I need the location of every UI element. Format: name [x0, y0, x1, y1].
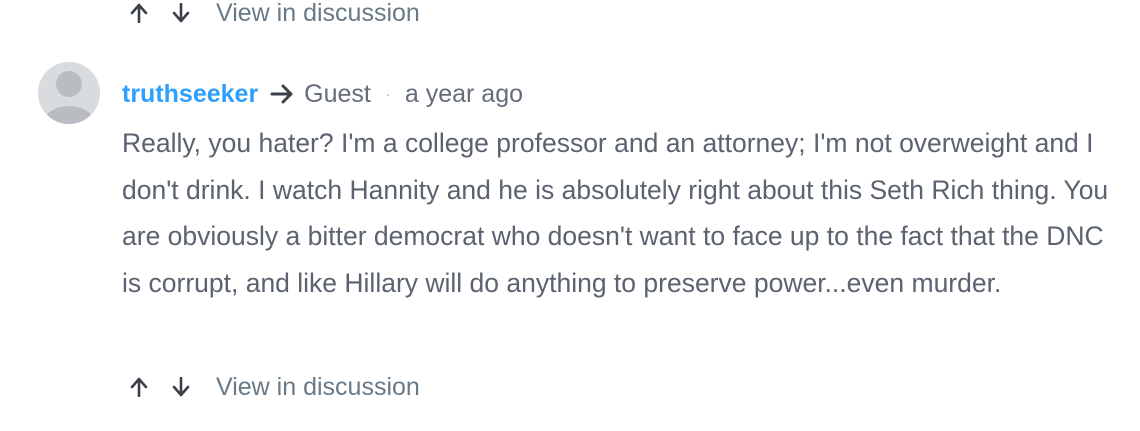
arrow-down-icon	[172, 377, 190, 397]
arrow-up-icon	[130, 377, 148, 397]
downvote-button[interactable]	[168, 374, 194, 400]
reply-arrow-icon	[270, 84, 294, 104]
arrow-up-icon	[130, 3, 148, 23]
comment-timestamp[interactable]: a year ago	[405, 80, 523, 109]
comment-actions: View in discussion	[126, 372, 420, 402]
view-in-discussion-link[interactable]: View in discussion	[216, 373, 420, 402]
avatar[interactable]	[38, 62, 100, 124]
upvote-button[interactable]	[126, 374, 152, 400]
comment-author-link[interactable]: truthseeker	[122, 80, 258, 109]
upvote-button[interactable]	[126, 0, 152, 26]
default-user-avatar-icon	[38, 62, 100, 124]
arrow-down-icon	[172, 3, 190, 23]
view-in-discussion-link[interactable]: View in discussion	[216, 0, 420, 28]
reply-to-name[interactable]: Guest	[304, 80, 371, 109]
previous-comment-actions: View in discussion	[126, 0, 420, 28]
comment-body: Really, you hater? I'm a college profess…	[122, 128, 1109, 298]
downvote-button[interactable]	[168, 0, 194, 26]
comment-meta: truthseeker Guest · a year ago	[122, 76, 523, 112]
meta-separator: ·	[384, 83, 391, 104]
